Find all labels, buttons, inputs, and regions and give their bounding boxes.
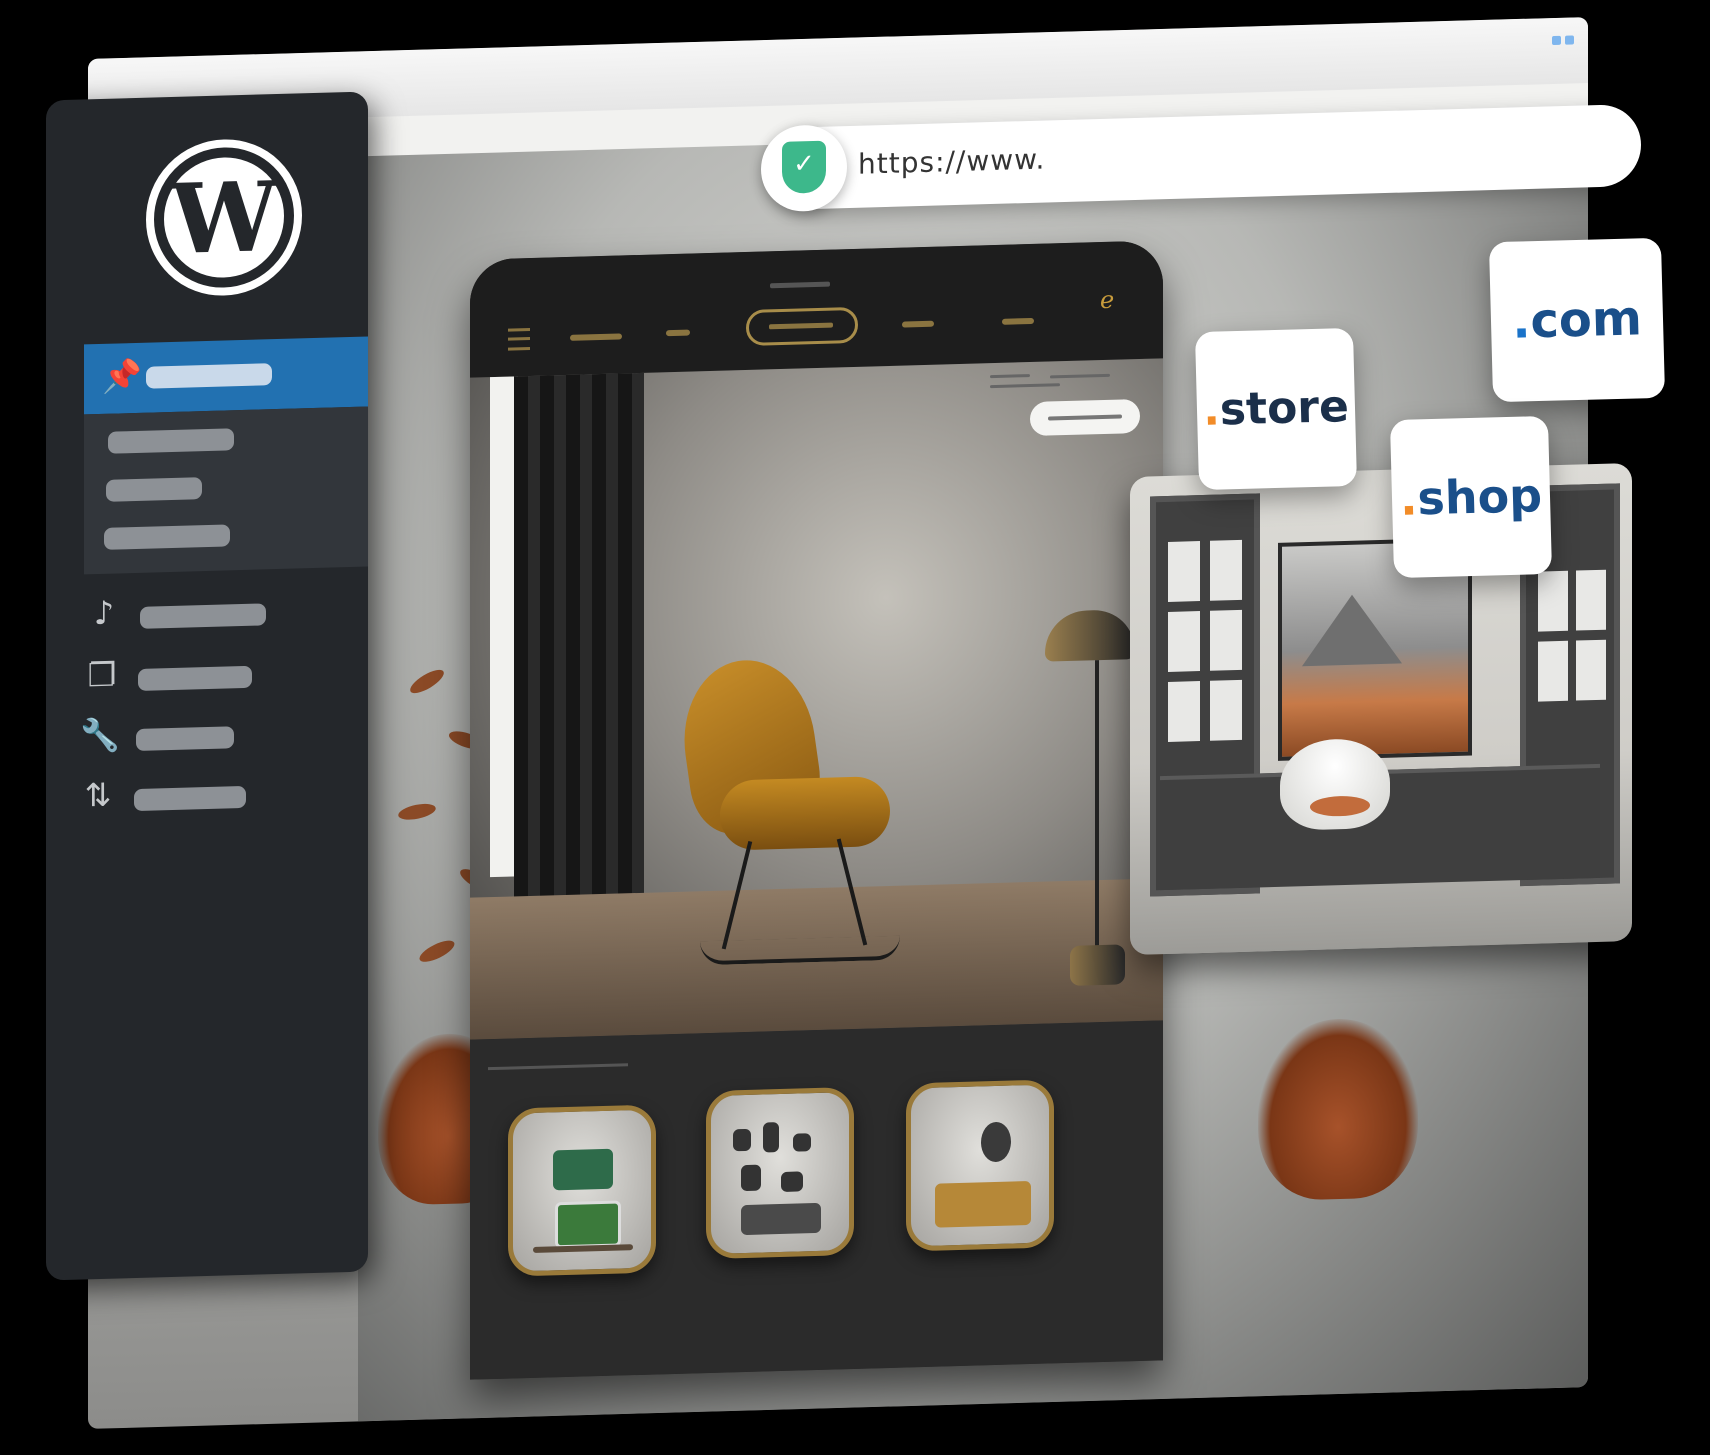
sidebar-item-label (140, 603, 266, 629)
sidebar-menu: ♪ ❐ 🔧 ⇅ (80, 567, 368, 835)
media-icon: ♪ (93, 593, 115, 633)
nav-link[interactable] (1002, 317, 1034, 325)
sidebar-item-settings[interactable]: ⇅ (84, 769, 368, 823)
hero-text-line (1050, 373, 1110, 379)
thumbnail-screen (555, 1200, 621, 1249)
window-pane (1210, 609, 1242, 671)
hero-button[interactable] (1030, 398, 1140, 437)
brand-icon[interactable]: ℯ (1100, 286, 1114, 314)
sidebar-item-label (136, 726, 234, 751)
hero-text-line (990, 374, 1030, 379)
nav-link[interactable] (570, 333, 622, 341)
window-controls[interactable] (1548, 29, 1574, 49)
sidebar-item-posts[interactable]: 📌 (84, 336, 368, 415)
sidebar-submenu (84, 406, 368, 575)
domain-dot: . (1511, 293, 1532, 350)
thumbnail-frame (781, 1171, 803, 1192)
nav-cta-label (769, 322, 833, 330)
wrench-icon: 🔧 (80, 715, 120, 755)
mountain-shape (1302, 593, 1402, 667)
product-thumbnail[interactable] (706, 1086, 854, 1260)
shield-icon: ✓ (782, 140, 826, 194)
domain-tld: store (1219, 381, 1350, 436)
check-icon: ✓ (793, 148, 815, 180)
white-chair (1280, 737, 1390, 831)
window-pane (1576, 639, 1606, 701)
wordpress-logo-mark: W (164, 155, 284, 280)
wordpress-logo[interactable]: W (146, 137, 302, 298)
website-mockup: ℯ (470, 240, 1163, 1380)
nav-link[interactable] (666, 329, 690, 337)
leaf-decoration (397, 801, 437, 823)
submenu-item[interactable] (106, 477, 202, 502)
curtain (514, 372, 644, 957)
submenu-item[interactable] (104, 524, 230, 550)
pages-icon: ❐ (87, 655, 117, 695)
window-pane (1538, 640, 1568, 702)
import-export-icon: ⇅ (84, 775, 112, 815)
hero-image (470, 358, 1163, 1040)
wordpress-logo-letter: W (170, 160, 278, 277)
hero-button-label (1048, 414, 1122, 421)
thumbnail-plant (553, 1148, 613, 1191)
chair-seat (720, 775, 890, 851)
sidebar-item-label (134, 785, 246, 812)
window-dot[interactable] (1552, 35, 1561, 46)
thumbnail-frame (793, 1133, 811, 1152)
lamp-pole (1095, 660, 1099, 951)
section-heading-line (488, 1063, 628, 1071)
window-pane (1576, 569, 1606, 631)
domain-badge-shop[interactable]: .shop (1389, 415, 1553, 579)
mockup-navbar: ℯ (470, 240, 1163, 378)
domain-badge-com[interactable]: .com (1488, 237, 1666, 403)
product-thumbnail[interactable] (906, 1079, 1054, 1252)
pin-icon: 📌 (102, 356, 142, 396)
leaf-decoration (416, 936, 458, 966)
sidebar-item-pages[interactable]: ❐ (84, 649, 368, 703)
product-thumbnail[interactable] (508, 1104, 656, 1277)
wordpress-admin-sidebar: W 📌 ♪ ❐ 🔧 ⇅ (46, 91, 368, 1281)
domain-dot: . (1202, 384, 1221, 436)
submenu-item[interactable] (108, 428, 234, 454)
domain-tld: com (1529, 290, 1643, 350)
window-pane (1538, 570, 1568, 632)
product-section (470, 1020, 1163, 1380)
thumbnail-frame (741, 1164, 761, 1192)
leaf-decoration (407, 665, 447, 698)
sidebar-item-tools[interactable]: 🔧 (80, 709, 368, 763)
window-pane (1168, 541, 1200, 602)
nav-link[interactable] (902, 320, 934, 328)
thumbnail-plant (981, 1121, 1011, 1163)
thumbnail-cabinet (741, 1202, 821, 1236)
window-dot[interactable] (1565, 35, 1574, 45)
domain-badge-store[interactable]: .store (1194, 327, 1358, 491)
mockup-brand-text (770, 281, 830, 289)
secure-badge[interactable]: ✓ (761, 124, 847, 213)
thumbnail-frame (733, 1128, 751, 1152)
hamburger-icon[interactable] (508, 328, 530, 351)
lamp-shade (1045, 609, 1135, 662)
nav-cta-button[interactable] (746, 306, 858, 346)
sidebar-item-media[interactable]: ♪ (84, 587, 368, 641)
thumbnail-sideboard (935, 1181, 1031, 1228)
url-text[interactable]: https://www. (858, 143, 1045, 181)
lamp-base (1070, 944, 1125, 986)
window-pane (1168, 681, 1200, 742)
thumbnail-shelf (533, 1244, 633, 1253)
domain-dot: . (1399, 471, 1419, 526)
domain-tld: shop (1416, 468, 1543, 526)
sidebar-item-label (138, 665, 252, 691)
sidebar-item-label (146, 363, 272, 389)
thumbnail-frame (763, 1122, 779, 1153)
window-pane (1168, 611, 1200, 672)
window-pane (1210, 539, 1242, 601)
interior-photo (1130, 462, 1632, 956)
plant-decoration (1258, 1016, 1418, 1202)
hero-text-line (990, 383, 1060, 389)
window-pane (1210, 679, 1242, 741)
